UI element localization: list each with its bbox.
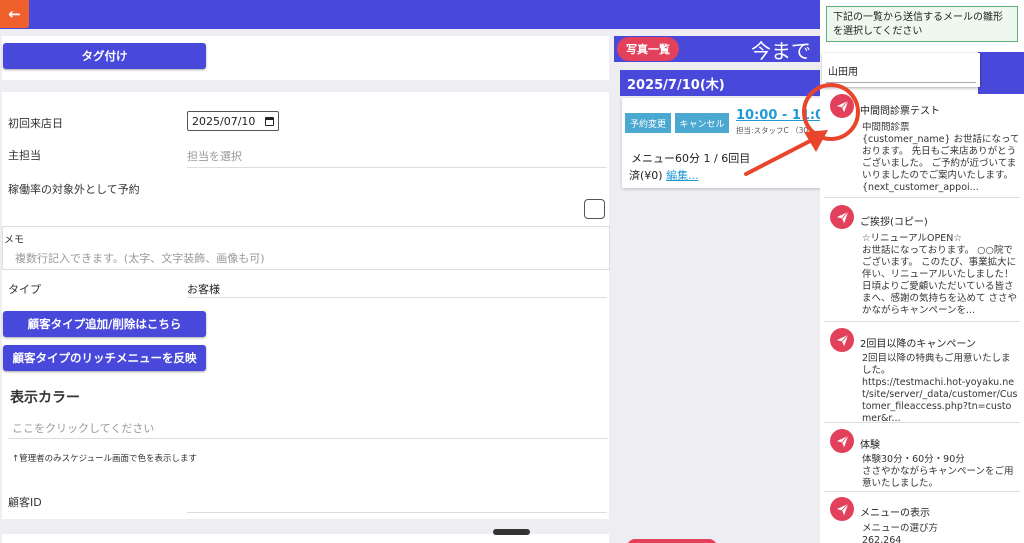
exclude-label: 稼働率の対象外として予約: [8, 183, 140, 196]
template-body: 体験30分・60分・90分 ささやかながらキャンペーンをご用意いたしました。: [862, 454, 1014, 489]
type-value[interactable]: お客様: [187, 281, 220, 297]
bottom-pink-button[interactable]: [627, 539, 717, 543]
template-title: 中間問診票テスト: [860, 106, 940, 117]
display-color-picker[interactable]: ここをクリックしてください: [12, 420, 154, 436]
template-title: ご挨拶(コピー): [860, 217, 928, 228]
template-panel-header: [978, 52, 1024, 94]
customer-id-label: 顧客ID: [8, 496, 42, 509]
form-panel-bottom: [2, 534, 609, 543]
instruction-box: 下記の一覧から送信するメールの雛形を選択してください: [826, 6, 1018, 42]
highlight-arrow: [744, 130, 828, 176]
customer-type-button[interactable]: 顧客タイプ追加/削除はこちら: [3, 311, 206, 337]
divider: [187, 167, 607, 168]
template-item[interactable]: 2回目以降のキャンペーン 2回目以降の特典もご用意いたしました。 https:/…: [824, 325, 1020, 423]
arrow-left-icon: ←: [8, 5, 21, 23]
display-color-title: 表示カラー: [10, 390, 80, 406]
photo-list-button[interactable]: 写真一覧: [617, 37, 679, 61]
template-body: 2回目以降の特典もご用意いたしました。 https://testmachi.ho…: [862, 353, 1018, 421]
edit-link[interactable]: 編集...: [666, 169, 699, 182]
cancel-appointment-button[interactable]: キャンセル: [675, 113, 729, 133]
template-body: ☆リニューアルOPEN☆ お世話になっております。 ○○院でございます。 このた…: [862, 233, 1018, 316]
first-visit-date-input[interactable]: 2025/07/10: [187, 111, 279, 131]
appointment-date: 2025/7/10(木): [620, 70, 824, 96]
display-color-note: ↑管理者のみスケジュール画面で色を表示します: [12, 454, 198, 464]
history-title: 今まで: [751, 39, 811, 63]
template-item[interactable]: 体験 体験30分・60分・90分 ささやかながらキャンペーンをご用意いたしました…: [824, 426, 1020, 492]
change-appointment-button[interactable]: 予約変更: [625, 113, 671, 133]
main-staff-label: 主担当: [8, 149, 41, 162]
divider: [187, 512, 607, 513]
scroll-handle[interactable]: [493, 529, 530, 535]
exclude-checkbox[interactable]: [584, 199, 605, 219]
calendar-icon: [265, 116, 274, 126]
tag-button[interactable]: タグ付け: [3, 43, 206, 69]
template-body: メニューの選び方 262,264: [862, 523, 939, 543]
paper-plane-icon[interactable]: [830, 497, 854, 521]
paper-plane-icon[interactable]: [830, 205, 854, 229]
memo-label: メモ: [4, 235, 24, 246]
template-item[interactable]: ご挨拶(コピー) ☆リニューアルOPEN☆ お世話になっております。 ○○院でご…: [824, 201, 1020, 322]
rich-menu-button[interactable]: 顧客タイプのリッチメニューを反映: [3, 345, 206, 371]
template-title: 体験: [860, 440, 880, 451]
type-label: タイプ: [8, 283, 41, 296]
main-staff-select[interactable]: 担当を選択: [187, 148, 242, 164]
appointment-payment: 済(¥0) 編集...: [629, 167, 699, 183]
paper-plane-icon[interactable]: [830, 429, 854, 453]
back-button[interactable]: ←: [0, 0, 29, 28]
first-visit-label: 初回来店日: [8, 117, 63, 130]
paper-plane-icon[interactable]: [830, 328, 854, 352]
memo-placeholder: 複数行記入できます。(太字、文字装飾、画像も可): [15, 252, 265, 265]
divider: [8, 438, 608, 439]
template-body: 中間問診票 {customer_name} お世話になっております。 先日もご来…: [862, 122, 1020, 193]
template-item[interactable]: メニューの表示 メニューの選び方 262,264: [824, 495, 1020, 543]
template-title: 2回目以降のキャンペーン: [860, 339, 976, 350]
payment-status: 済(¥0): [629, 169, 663, 182]
first-visit-value: 2025/07/10: [192, 114, 256, 128]
recipient-input[interactable]: 山田用: [822, 53, 980, 87]
appointment-menu: メニュー60分 1 / 6回目: [631, 152, 751, 165]
divider: [187, 297, 607, 298]
template-title: メニューの表示: [860, 508, 930, 519]
